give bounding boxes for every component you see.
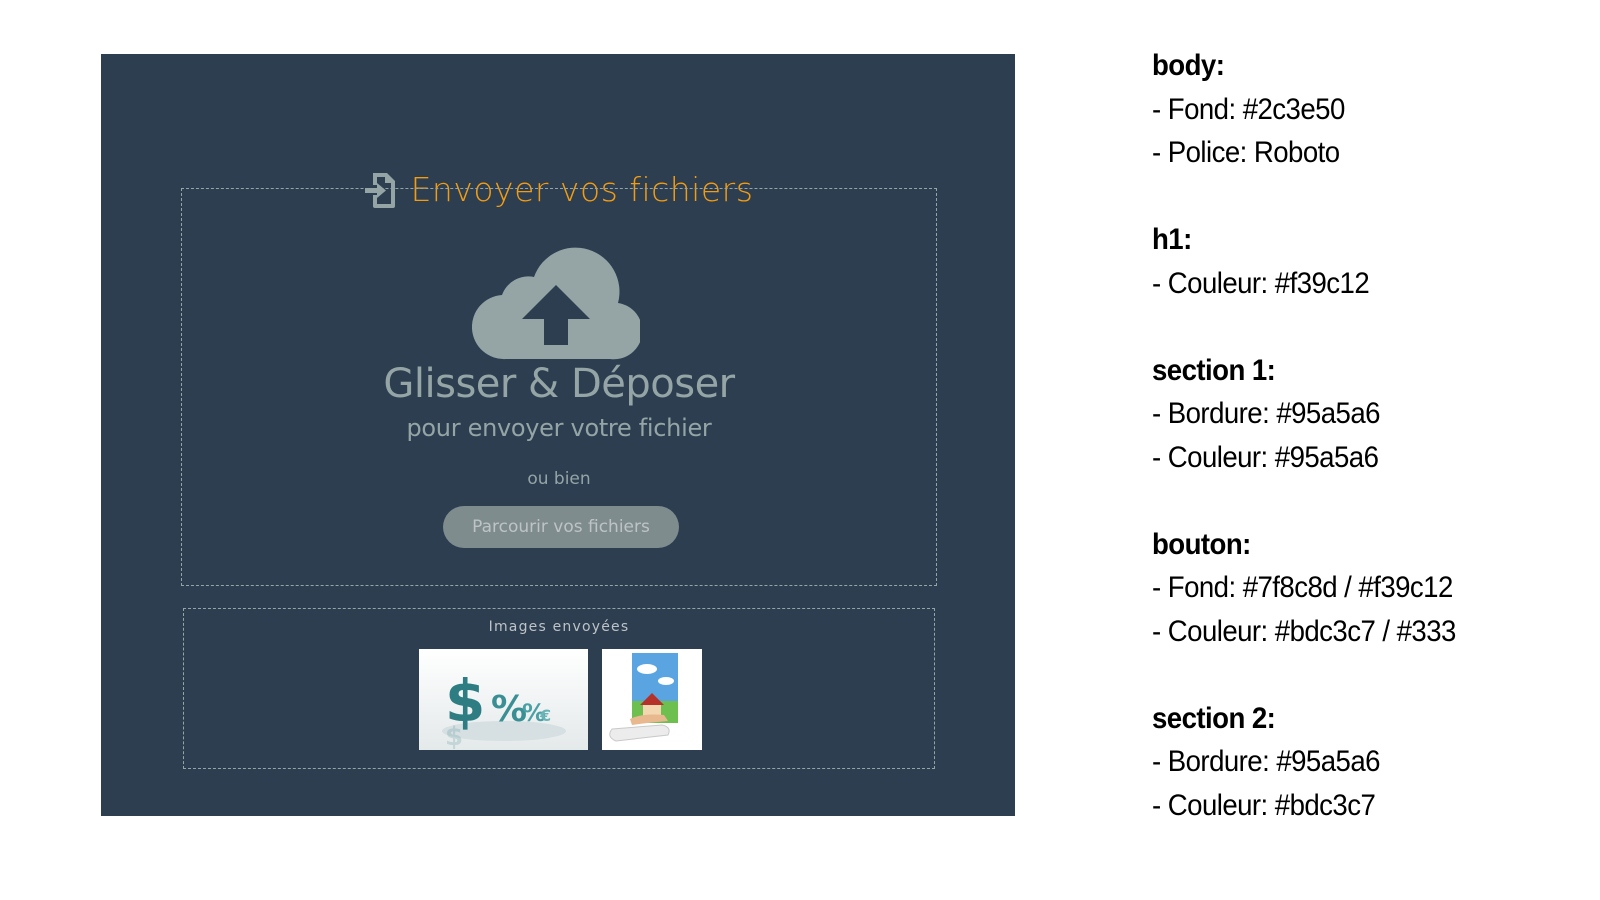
style-notes: body: Fond: #2c3e50 Police: Roboto h1: C…: [1152, 44, 1538, 827]
note-line: Fond: #7f8c8d / #f39c12: [1152, 566, 1538, 610]
note-line: Couleur: #95a5a6: [1152, 436, 1538, 480]
drag-drop-subheading: pour envoyer votre fichier: [406, 414, 712, 442]
note-line: Bordure: #95a5a6: [1152, 392, 1538, 436]
note-heading: h1:: [1152, 223, 1192, 256]
note-heading: section 2:: [1152, 701, 1276, 735]
note-section-2: section 2: Bordure: #95a5a6 Couleur: #bd…: [1152, 697, 1538, 828]
note-heading: bouton:: [1152, 527, 1251, 561]
note-heading: section 1:: [1152, 353, 1276, 387]
dollar-percent-image: $ % % € $: [419, 649, 588, 750]
svg-text:$: $: [445, 722, 463, 750]
uploaded-thumbnail-dollar-percent[interactable]: $ % % € $: [419, 649, 588, 750]
or-separator: ou bien: [527, 469, 591, 489]
uploaded-images-section: Images envoyées $ % % € $: [183, 608, 935, 769]
note-line: Fond: #2c3e50: [1152, 88, 1538, 132]
drop-zone[interactable]: Glisser & Déposer pour envoyer votre fic…: [181, 188, 937, 586]
drag-drop-heading: Glisser & Déposer: [383, 361, 735, 407]
note-heading: body:: [1152, 49, 1225, 82]
note-line: Couleur: #f39c12: [1152, 262, 1538, 306]
note-h1: h1: Couleur: #f39c12: [1152, 218, 1538, 305]
note-line: Couleur: #bdc3c7 / #333: [1152, 610, 1538, 654]
note-line: Bordure: #95a5a6: [1152, 740, 1538, 784]
browse-files-button[interactable]: Parcourir vos fichiers: [443, 506, 679, 548]
uploaded-images-label: Images envoyées: [488, 619, 630, 635]
cloud-upload-icon: [472, 247, 640, 360]
slide: Envoyer vos fichiers Glisser & Déposer p…: [0, 0, 1600, 900]
note-body: body: Fond: #2c3e50 Police: Roboto: [1152, 44, 1538, 175]
uploaded-thumbnail-house[interactable]: [602, 649, 702, 750]
house-in-hand-image: [602, 649, 702, 750]
note-section-1: section 1: Bordure: #95a5a6 Couleur: #95…: [1152, 349, 1538, 480]
note-button: bouton: Fond: #7f8c8d / #f39c12 Couleur:…: [1152, 523, 1538, 654]
note-line: Police: Roboto: [1152, 131, 1538, 175]
svg-text:€: €: [539, 706, 551, 725]
note-line: Couleur: #bdc3c7: [1152, 784, 1538, 828]
upload-mockup: Envoyer vos fichiers Glisser & Déposer p…: [101, 54, 1015, 816]
